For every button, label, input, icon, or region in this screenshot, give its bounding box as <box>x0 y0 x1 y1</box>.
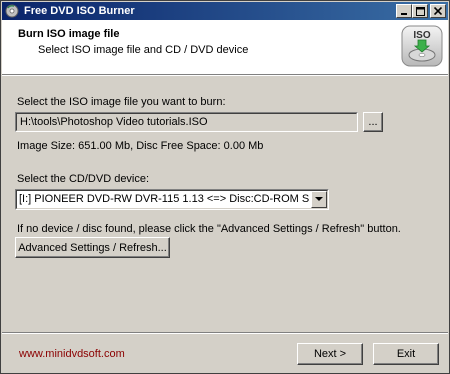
iso-logo: ISO <box>401 25 443 67</box>
website-link[interactable]: www.minidvdsoft.com <box>19 348 125 360</box>
maximize-button[interactable] <box>412 4 428 18</box>
iso-file-label: Select the ISO image file you want to bu… <box>17 96 226 108</box>
header-divider <box>2 75 448 76</box>
device-label: Select the CD/DVD device: <box>17 173 150 185</box>
close-icon <box>434 7 442 15</box>
wizard-header: Burn ISO image file Select ISO image fil… <box>2 20 448 75</box>
browse-button[interactable]: ... <box>363 112 383 132</box>
advanced-settings-button[interactable]: Advanced Settings / Refresh... <box>15 237 170 258</box>
maximize-icon <box>415 6 425 16</box>
iso-logo-text: ISO <box>413 30 430 41</box>
minimize-icon <box>401 13 407 15</box>
close-button[interactable] <box>430 4 446 18</box>
iso-path-field[interactable]: H:\tools\Photoshop Video tutorials.ISO <box>15 112 358 132</box>
next-button[interactable]: Next > <box>297 343 363 365</box>
exit-button[interactable]: Exit <box>373 343 439 365</box>
minimize-button[interactable] <box>396 4 412 18</box>
device-select[interactable]: [I:] PIONEER DVD-RW DVR-115 1.13 <=> Dis… <box>15 189 329 210</box>
header-subtitle: Select ISO image file and CD / DVD devic… <box>38 44 249 56</box>
device-select-value: [I:] PIONEER DVD-RW DVR-115 1.13 <=> Dis… <box>19 193 310 205</box>
iso-path-value: H:\tools\Photoshop Video tutorials.ISO <box>16 113 357 131</box>
image-size-info: Image Size: 651.00 Mb, Disc Free Space: … <box>17 140 264 152</box>
main-window: Free DVD ISO Burner Burn ISO image file … <box>0 0 450 374</box>
title-bar[interactable]: Free DVD ISO Burner <box>2 2 448 20</box>
app-icon <box>5 4 19 18</box>
chevron-down-icon <box>315 197 323 201</box>
header-title: Burn ISO image file <box>18 28 120 40</box>
window-title: Free DVD ISO Burner <box>24 5 135 17</box>
help-text: If no device / disc found, please click … <box>17 223 401 235</box>
device-dropdown-button[interactable] <box>311 191 327 208</box>
